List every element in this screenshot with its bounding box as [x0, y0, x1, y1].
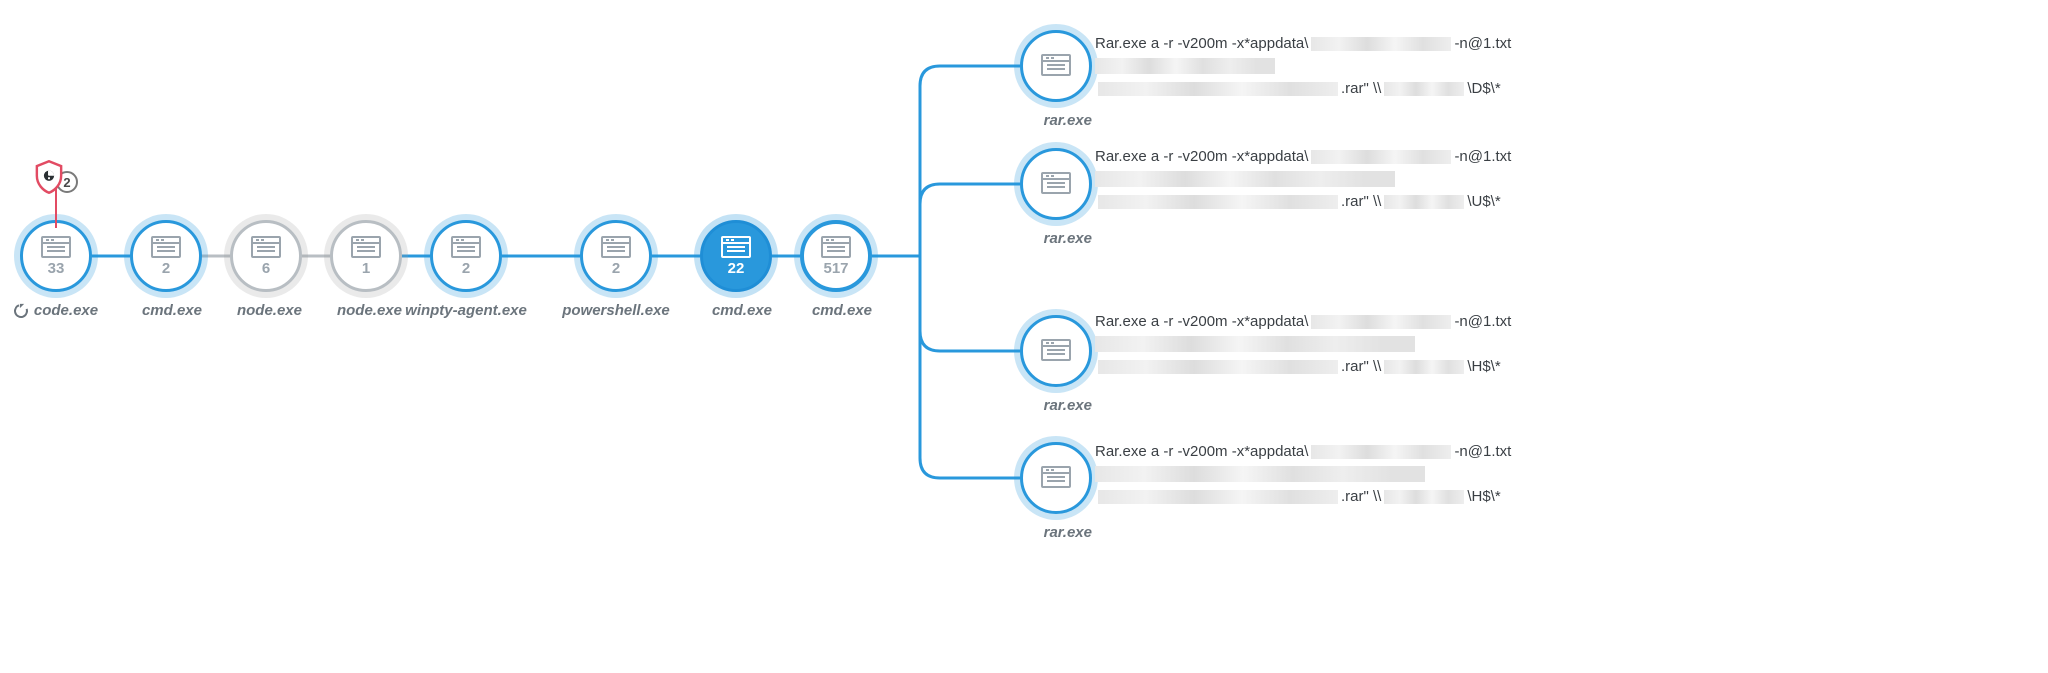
command-line-1: Rar.exe a -r -v200m -x*appdata\-n@1.txt … [1095, 145, 1535, 214]
window-icon [41, 236, 71, 258]
shield-icon [34, 160, 64, 194]
window-icon [821, 236, 851, 258]
alert-badge[interactable]: 2 [34, 160, 78, 194]
window-icon [151, 236, 181, 258]
process-label: node.exe [237, 302, 302, 319]
process-label: rar.exe [1044, 112, 1092, 129]
process-node-rar-exe-1[interactable]: rar.exe [1020, 148, 1092, 248]
process-node-powershell-exe[interactable]: 2 powershell.exe [580, 220, 652, 320]
process-node-code-exe[interactable]: 2 33 code.exe [20, 220, 92, 319]
process-circle: 33 [20, 220, 92, 292]
window-icon [351, 236, 381, 258]
window-icon [601, 236, 631, 258]
window-icon [1041, 54, 1071, 76]
window-icon [1041, 339, 1071, 361]
window-icon [721, 236, 751, 258]
process-label: cmd.exe [712, 302, 772, 319]
process-count: 33 [48, 261, 65, 276]
process-node-rar-exe-3[interactable]: rar.exe [1020, 442, 1092, 542]
window-icon [1041, 466, 1071, 488]
window-icon [451, 236, 481, 258]
process-node-rar-exe-2[interactable]: rar.exe [1020, 315, 1092, 415]
window-icon [251, 236, 281, 258]
process-label: node.exe [337, 302, 402, 319]
window-icon [1041, 172, 1071, 194]
command-line-3: Rar.exe a -r -v200m -x*appdata\-n@1.txt … [1095, 440, 1535, 509]
process-label: rar.exe [1044, 524, 1092, 541]
process-node-cmd-exe-selected[interactable]: 22 cmd.exe [700, 220, 772, 320]
process-label: rar.exe [1044, 397, 1092, 414]
process-node-rar-exe-0[interactable]: rar.exe [1020, 30, 1092, 130]
process-node-node-exe-1[interactable]: 6 node.exe [230, 220, 302, 320]
process-label: cmd.exe [142, 302, 202, 319]
process-label: code.exe [20, 302, 92, 319]
command-line-0: Rar.exe a -r -v200m -x*appdata\-n@1.txt … [1095, 32, 1535, 101]
refresh-icon [12, 301, 31, 320]
process-label: winpty-agent.exe [405, 302, 527, 319]
process-node-cmd-exe-517[interactable]: 517 cmd.exe [800, 220, 872, 320]
command-line-2: Rar.exe a -r -v200m -x*appdata\-n@1.txt … [1095, 310, 1535, 379]
process-node-node-exe-2[interactable]: 1 node.exe [330, 220, 402, 320]
process-label: rar.exe [1044, 230, 1092, 247]
process-label: powershell.exe [562, 302, 670, 319]
process-node-winpty-agent-exe[interactable]: 2 winpty-agent.exe [430, 220, 502, 320]
process-label: cmd.exe [812, 302, 872, 319]
process-node-cmd-exe[interactable]: 2 cmd.exe [130, 220, 202, 320]
